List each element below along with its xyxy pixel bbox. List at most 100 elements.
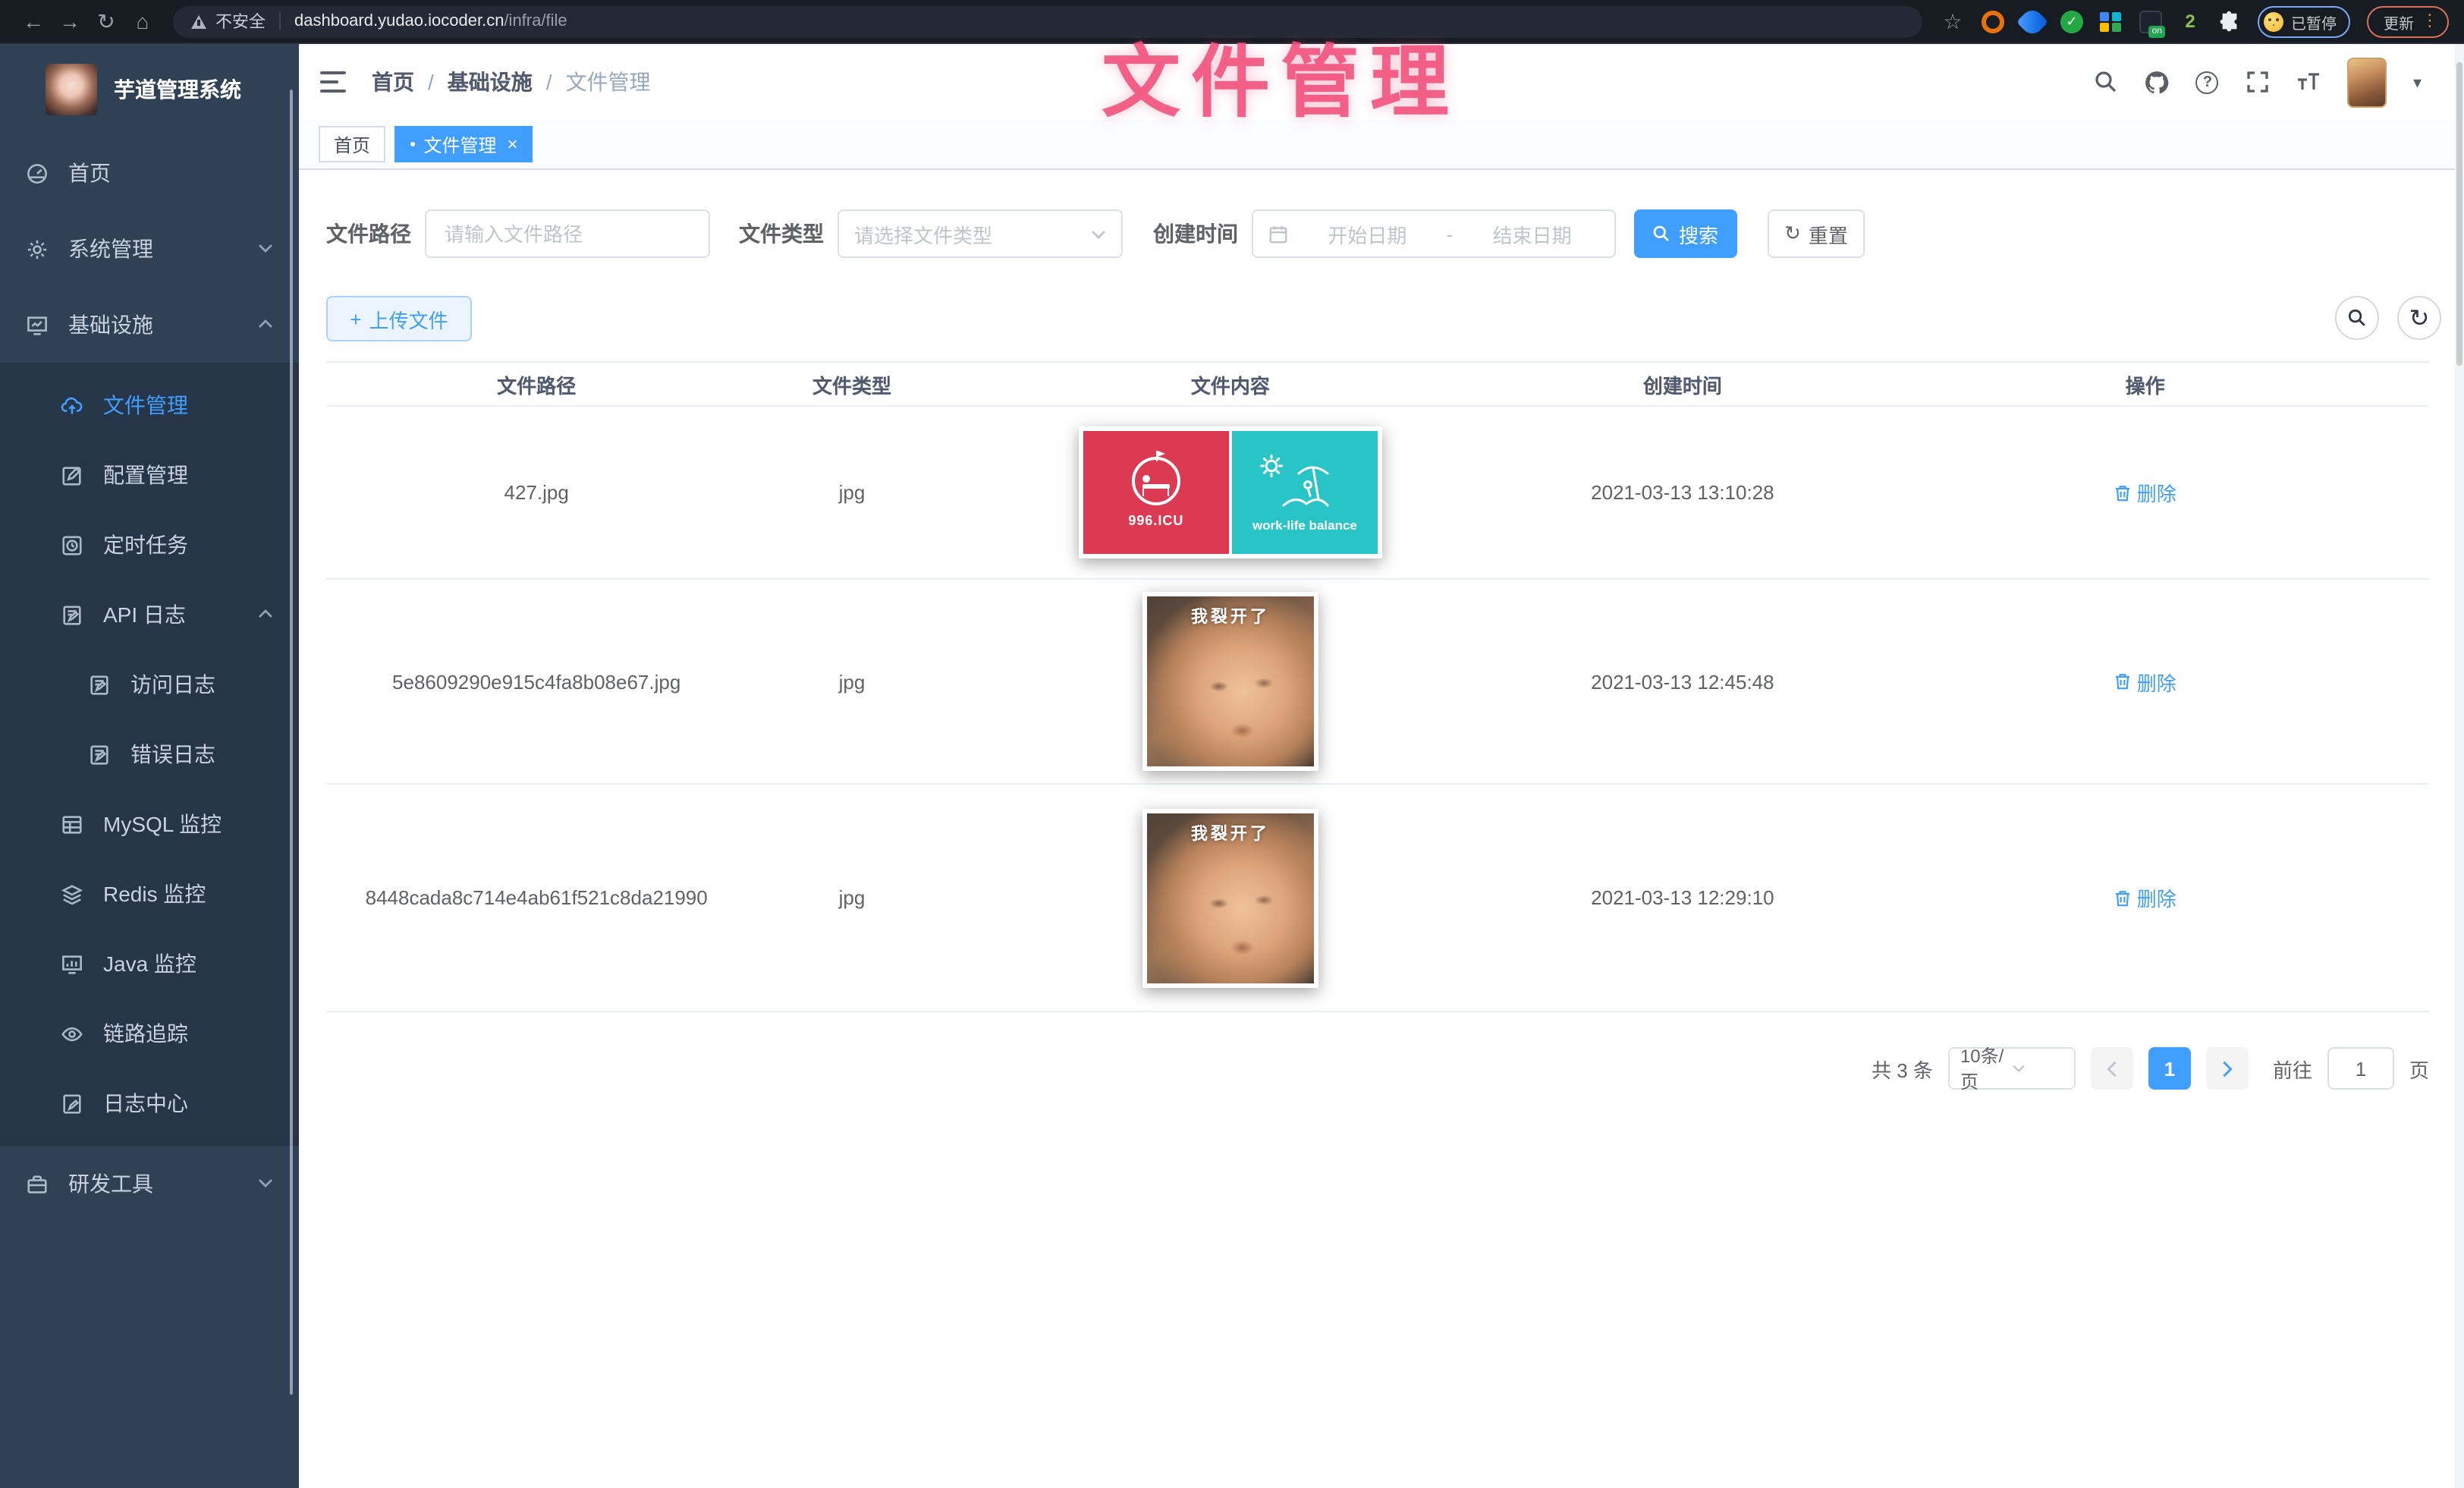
reset-button[interactable]: ↻ 重置 bbox=[1768, 209, 1865, 258]
navbar-actions: ? ▾ bbox=[2093, 57, 2464, 107]
table-row: 8448cada8c714e4ab61f521c8da21990 jpg 我裂开… bbox=[326, 785, 2429, 1012]
extension-switch-icon[interactable]: on bbox=[2139, 10, 2162, 33]
close-icon[interactable]: × bbox=[508, 134, 518, 155]
table-toolbar: + 上传文件 ↻ bbox=[299, 296, 2464, 341]
page-scrollbar[interactable] bbox=[2455, 44, 2464, 1488]
tab-home[interactable]: 首页 bbox=[319, 126, 385, 162]
logo-image bbox=[46, 64, 97, 115]
fullscreen-icon[interactable] bbox=[2245, 69, 2271, 95]
browser-update-button[interactable]: 更新 ⋮ bbox=[2367, 5, 2449, 37]
sidebar-item-log-center[interactable]: 日志中心 bbox=[0, 1068, 299, 1138]
extension-two-icon[interactable]: 2 bbox=[2179, 10, 2202, 33]
sidebar-item-home[interactable]: 首页 bbox=[0, 135, 299, 211]
sidebar-toggle-icon[interactable] bbox=[320, 71, 346, 93]
file-path-label: 文件路径 bbox=[326, 209, 411, 258]
security-warning-icon bbox=[191, 14, 206, 28]
user-avatar[interactable] bbox=[2348, 57, 2387, 107]
extension-grid-icon[interactable] bbox=[2100, 10, 2123, 33]
search-button[interactable]: 搜索 bbox=[1634, 209, 1737, 258]
sidebar-item-dev-tools[interactable]: 研发工具 bbox=[0, 1146, 299, 1222]
scrollbar-thumb[interactable] bbox=[2456, 62, 2462, 366]
delete-label: 删除 bbox=[2137, 667, 2176, 696]
page-size-select[interactable]: 10条/页 bbox=[1948, 1047, 2076, 1090]
sidebar-item-label: MySQL 监控 bbox=[103, 809, 222, 839]
delete-button[interactable]: 删除 bbox=[2114, 478, 2176, 507]
upload-file-button[interactable]: + 上传文件 bbox=[326, 296, 472, 341]
file-path-input[interactable] bbox=[425, 209, 710, 258]
cell-file-content: 996.ICU work-life balance bbox=[957, 426, 1504, 558]
sidebar-item-java-monitor[interactable]: Java 监控 bbox=[0, 929, 299, 999]
delete-label: 删除 bbox=[2137, 478, 2176, 507]
bookmark-star-icon[interactable]: ☆ bbox=[1941, 8, 1965, 34]
sidebar-item-mysql-monitor[interactable]: MySQL 监控 bbox=[0, 789, 299, 859]
browser-menu-icon[interactable]: ⋮ bbox=[2422, 14, 2438, 29]
next-page-button[interactable] bbox=[2206, 1047, 2249, 1090]
file-preview-image[interactable]: 996.ICU work-life balance bbox=[1079, 426, 1382, 558]
browser-back-icon[interactable]: ← bbox=[15, 9, 52, 33]
trash-icon bbox=[2114, 483, 2132, 502]
prev-page-button[interactable] bbox=[2091, 1047, 2133, 1090]
page-size-value: 10条/页 bbox=[1960, 1043, 2012, 1094]
file-type-select[interactable]: 请选择文件类型 bbox=[838, 209, 1123, 258]
user-caret-icon[interactable]: ▾ bbox=[2413, 72, 2422, 92]
browser-forward-icon[interactable]: → bbox=[52, 9, 88, 33]
url-path: /infra/file bbox=[504, 12, 567, 30]
address-bar[interactable]: 不安全 dashboard.yudao.iocoder.cn/infra/fil… bbox=[173, 5, 1922, 37]
sidebar-item-redis-monitor[interactable]: Redis 监控 bbox=[0, 859, 299, 929]
github-icon[interactable] bbox=[2145, 69, 2170, 95]
browser-reload-icon[interactable]: ↻ bbox=[88, 8, 124, 34]
file-preview-image[interactable]: 我裂开了 bbox=[1142, 808, 1318, 987]
help-icon[interactable]: ? bbox=[2196, 71, 2219, 93]
cell-file-path: 8448cada8c714e4ab61f521c8da21990 bbox=[326, 886, 746, 909]
sidebar-item-system[interactable]: 系统管理 bbox=[0, 211, 299, 287]
reset-button-label: 重置 bbox=[1809, 219, 1848, 248]
tab-file-management[interactable]: ● 文件管理 × bbox=[394, 126, 533, 162]
delete-button[interactable]: 删除 bbox=[2114, 667, 2176, 696]
search-icon[interactable] bbox=[2093, 69, 2119, 95]
sidebar-item-access-log[interactable]: 访问日志 bbox=[0, 650, 299, 719]
file-preview-image[interactable]: 我裂开了 bbox=[1142, 592, 1318, 771]
breadcrumb-home[interactable]: 首页 bbox=[372, 67, 414, 97]
baby-meme-image: 我裂开了 bbox=[1147, 813, 1314, 983]
file-type-placeholder: 请选择文件类型 bbox=[854, 219, 1091, 248]
sidebar-logo[interactable]: 芋道管理系统 bbox=[0, 44, 299, 135]
sidebar-item-api-log[interactable]: API 日志 bbox=[0, 580, 299, 650]
sidebar-item-error-log[interactable]: 错误日志 bbox=[0, 719, 299, 789]
sidebar-item-tracing[interactable]: 链路追踪 bbox=[0, 999, 299, 1068]
baby-caption: 我裂开了 bbox=[1147, 820, 1314, 845]
toggle-search-button[interactable] bbox=[2335, 296, 2379, 340]
chevron-up-icon bbox=[258, 609, 273, 619]
log-icon bbox=[88, 743, 111, 766]
gear-icon bbox=[26, 238, 49, 260]
chart-monitor-icon bbox=[61, 952, 83, 975]
screen: ← → ↻ ⌂ 不安全 dashboard.yudao.iocoder.cn/i… bbox=[0, 0, 2464, 1488]
sidebar-item-infra[interactable]: 基础设施 bbox=[0, 287, 299, 363]
extensions-puzzle-icon[interactable] bbox=[2218, 10, 2241, 33]
extension-green-check-icon[interactable]: ✓ bbox=[2060, 10, 2083, 33]
current-page-button[interactable]: 1 bbox=[2148, 1047, 2191, 1090]
calendar-icon bbox=[1268, 224, 1288, 244]
font-size-icon[interactable] bbox=[2296, 69, 2322, 95]
baby-caption: 我裂开了 bbox=[1147, 604, 1314, 628]
create-time-label: 创建时间 bbox=[1153, 209, 1238, 258]
sidebar-item-file-management[interactable]: 文件管理 bbox=[0, 370, 299, 440]
sidebar-item-scheduled-jobs[interactable]: 定时任务 bbox=[0, 510, 299, 580]
browser-home-icon[interactable]: ⌂ bbox=[124, 9, 161, 33]
sidebar-scrollbar[interactable] bbox=[289, 90, 293, 1395]
monitor-icon bbox=[26, 313, 49, 336]
date-range-picker[interactable]: 开始日期 - 结束日期 bbox=[1252, 209, 1616, 258]
url-host: dashboard.yudao.iocoder.cn bbox=[294, 12, 504, 30]
extension-orange-icon[interactable] bbox=[1982, 10, 2004, 33]
extension-kite-icon[interactable] bbox=[2016, 5, 2048, 37]
chevron-down-icon bbox=[2012, 1064, 2063, 1073]
search-button-label: 搜索 bbox=[1679, 219, 1718, 248]
trash-icon bbox=[2114, 889, 2132, 907]
breadcrumb-infra[interactable]: 基础设施 bbox=[448, 67, 533, 97]
sidebar-item-config[interactable]: 配置管理 bbox=[0, 440, 299, 510]
refresh-table-button[interactable]: ↻ bbox=[2397, 296, 2441, 340]
goto-page-input[interactable] bbox=[2327, 1047, 2394, 1090]
delete-button[interactable]: 删除 bbox=[2114, 883, 2176, 912]
omnibox-divider bbox=[279, 12, 281, 30]
profile-paused-pill[interactable]: 已暂停 bbox=[2258, 5, 2350, 37]
sidebar-item-label: 定时任务 bbox=[103, 530, 188, 560]
